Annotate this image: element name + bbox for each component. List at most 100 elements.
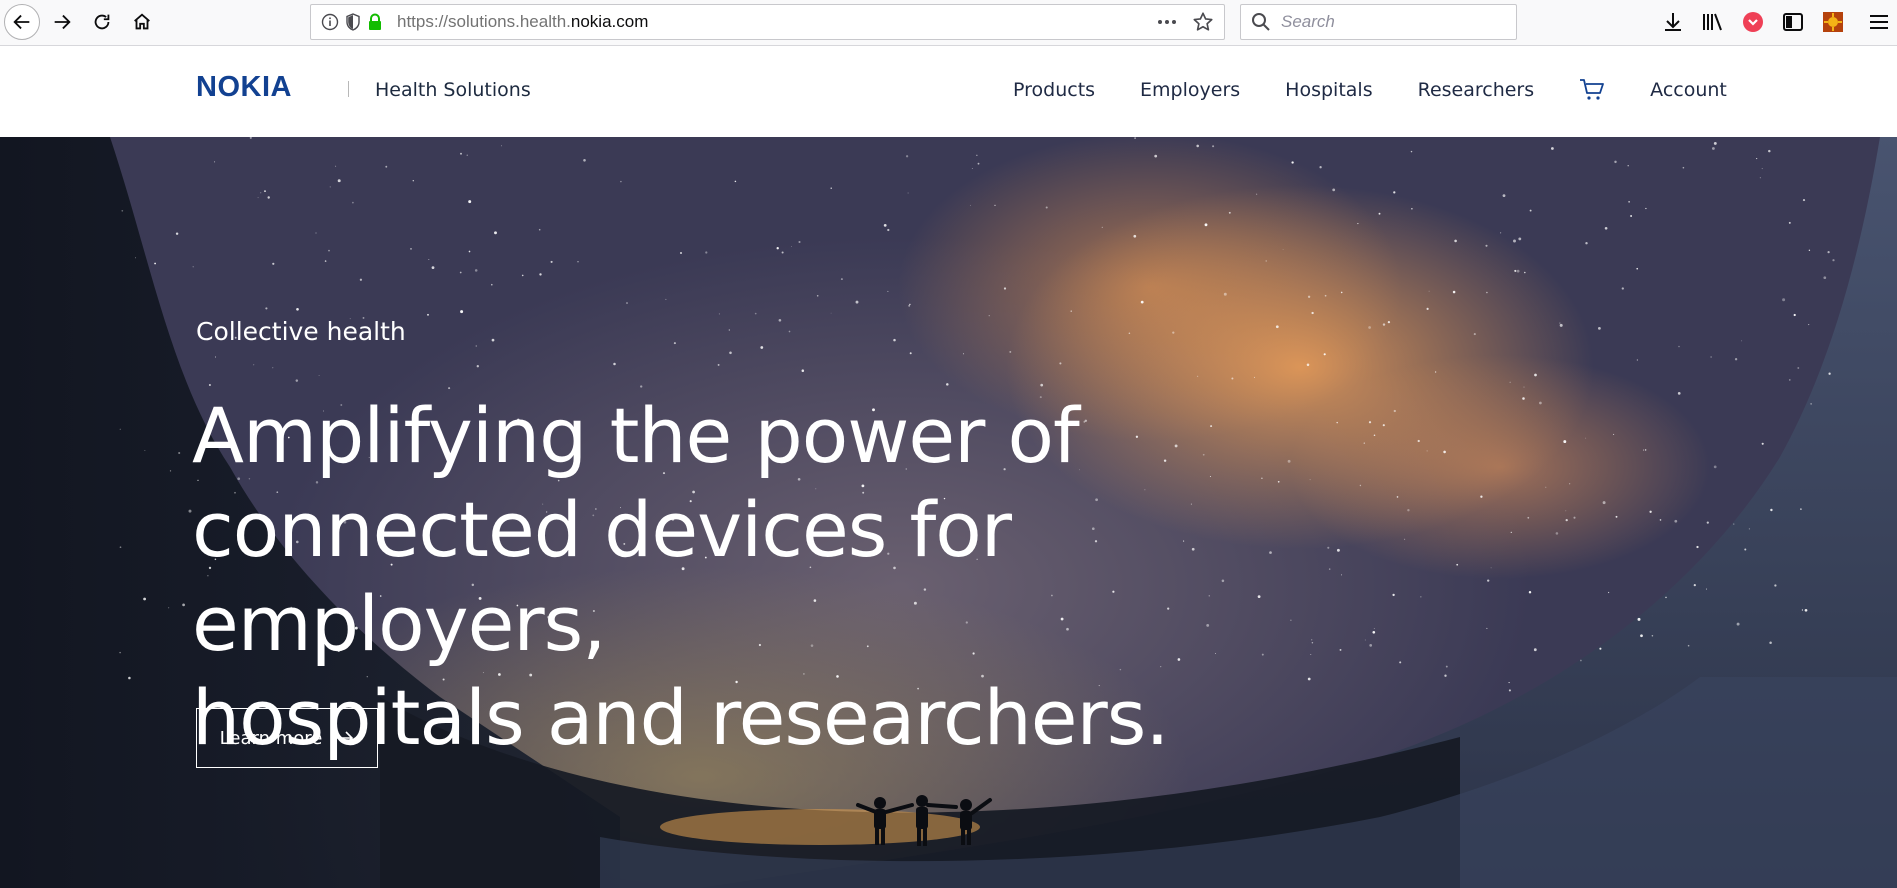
star [1363, 442, 1365, 444]
star [1788, 379, 1791, 381]
star [335, 165, 337, 167]
site-header: NOKIA Health Solutions Products Employer… [0, 46, 1897, 137]
nav-account[interactable]: Account [1650, 79, 1727, 101]
star [905, 155, 909, 158]
star [830, 312, 832, 314]
star [1736, 622, 1740, 626]
library-icon[interactable] [1700, 8, 1726, 36]
star [1802, 199, 1806, 202]
star [1693, 584, 1696, 587]
home-button[interactable] [124, 4, 160, 40]
star [969, 204, 971, 206]
star [215, 356, 216, 358]
star [1636, 359, 1639, 361]
download-icon[interactable] [1660, 8, 1686, 36]
url-text[interactable]: https://solutions.health.nokia.com [397, 12, 648, 32]
star [460, 152, 462, 155]
star [1793, 313, 1796, 317]
star [1761, 442, 1764, 445]
star [1770, 508, 1773, 512]
star [1434, 371, 1437, 373]
star [816, 295, 819, 297]
star [324, 260, 327, 262]
search-icon [1251, 12, 1271, 32]
sidebar-icon[interactable] [1780, 8, 1806, 36]
star [169, 470, 172, 472]
star [1513, 239, 1516, 243]
star [1426, 307, 1429, 310]
star [1551, 147, 1554, 150]
star [1373, 628, 1375, 630]
star [468, 250, 471, 253]
cart-icon[interactable] [1579, 78, 1605, 102]
search-input[interactable] [1279, 11, 1503, 33]
star [249, 137, 252, 139]
star [1231, 377, 1234, 380]
star [329, 186, 331, 188]
star [1832, 259, 1835, 262]
hero-title-line-1: Amplifying the power of [192, 391, 1080, 480]
star [208, 383, 211, 387]
reload-button[interactable] [84, 4, 120, 40]
star [1678, 345, 1680, 348]
menu-icon[interactable] [1866, 8, 1892, 36]
star [1604, 226, 1608, 230]
star [1769, 641, 1772, 645]
back-button[interactable] [4, 4, 40, 40]
nav-products[interactable]: Products [1013, 79, 1095, 101]
search-bar[interactable] [1240, 4, 1517, 40]
star [1759, 177, 1761, 179]
forward-button[interactable] [44, 4, 80, 40]
star [1101, 226, 1103, 229]
star [1382, 424, 1385, 427]
star [1713, 141, 1717, 145]
star [412, 180, 414, 182]
star [359, 278, 363, 281]
star [1426, 450, 1428, 452]
star [1659, 519, 1662, 521]
star [1602, 501, 1606, 505]
star [1407, 509, 1410, 512]
star [1140, 300, 1144, 304]
star [729, 351, 732, 355]
lock-icon[interactable] [367, 13, 383, 31]
info-icon[interactable] [321, 13, 339, 31]
star [410, 248, 412, 250]
more-icon[interactable] [1156, 11, 1178, 38]
star [265, 307, 268, 310]
star [760, 346, 764, 349]
star [1396, 496, 1399, 498]
star [1307, 295, 1311, 298]
star [1733, 523, 1735, 525]
star [1514, 269, 1517, 272]
star [1291, 161, 1294, 164]
star [893, 338, 896, 342]
learn-more-button[interactable]: Learn more [196, 708, 378, 768]
star [1456, 563, 1459, 566]
star [1585, 241, 1588, 245]
star [521, 274, 524, 277]
star [459, 271, 462, 274]
star [887, 290, 889, 292]
star [1045, 206, 1048, 209]
nav-researchers[interactable]: Researchers [1418, 79, 1535, 101]
star [1828, 372, 1831, 375]
extension-icon[interactable] [1820, 8, 1846, 36]
star [1311, 311, 1314, 315]
nav-employers[interactable]: Employers [1140, 79, 1240, 101]
star [1522, 397, 1525, 400]
tracking-shield-icon[interactable] [345, 13, 361, 31]
nokia-logo[interactable]: NOKIA [196, 72, 326, 100]
bookmark-star-icon[interactable] [1192, 11, 1214, 38]
star [1154, 154, 1158, 158]
star [1319, 166, 1322, 169]
nav-hospitals[interactable]: Hospitals [1285, 79, 1372, 101]
address-bar[interactable]: https://solutions.health.nokia.com [310, 4, 1225, 40]
star [1810, 403, 1812, 405]
star [1529, 209, 1532, 212]
star [1003, 287, 1007, 290]
star [1774, 584, 1777, 587]
pocket-icon[interactable] [1740, 8, 1766, 36]
star [1059, 362, 1062, 365]
star [1282, 249, 1284, 250]
